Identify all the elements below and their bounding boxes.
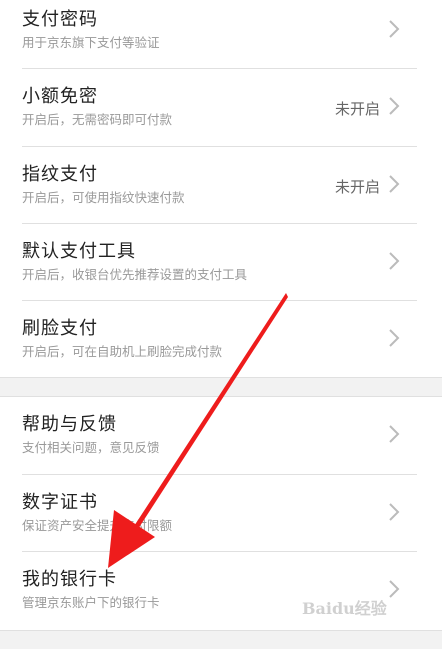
watermark-text: Baidu经验	[302, 599, 387, 618]
item-subtitle: 保证资产安全提升支付限额	[22, 518, 173, 533]
item-title: 我的银行卡	[22, 569, 117, 590]
settings-item-help-feedback[interactable]: 帮助与反馈 支付相关问题，意见反馈	[0, 397, 442, 474]
chevron-right-icon	[384, 93, 404, 119]
settings-item-fingerprint-pay[interactable]: 指纹支付 开启后，可使用指纹快速付款 未开启	[0, 147, 442, 224]
item-title: 默认支付工具	[22, 241, 136, 262]
chevron-right-icon	[384, 171, 404, 197]
item-subtitle: 开启后，可在自助机上刷脸完成付款	[22, 344, 223, 359]
chevron-right-icon	[384, 248, 404, 274]
settings-item-small-amount-free[interactable]: 小额免密 开启后，无需密码即可付款 未开启	[0, 69, 442, 146]
item-subtitle: 支付相关问题，意见反馈	[22, 440, 160, 455]
chevron-right-icon	[384, 16, 404, 42]
item-subtitle: 管理京东账户下的银行卡	[22, 595, 160, 610]
chevron-right-icon	[384, 325, 404, 351]
payment-settings-page: 支付密码 用于京东旗下支付等验证 小额免密 开启后，无需密码即可付款 未开启 指…	[0, 0, 442, 649]
item-subtitle: 开启后，无需密码即可付款	[22, 112, 173, 127]
item-title: 刷脸支付	[22, 318, 98, 339]
status-label: 未开启	[334, 100, 380, 118]
settings-item-digital-certificate[interactable]: 数字证书 保证资产安全提升支付限额	[0, 475, 442, 552]
item-title: 小额免密	[22, 86, 98, 107]
item-title: 数字证书	[22, 492, 98, 513]
settings-item-face-pay[interactable]: 刷脸支付 开启后，可在自助机上刷脸完成付款	[0, 301, 442, 378]
item-subtitle: 用于京东旗下支付等验证	[22, 35, 160, 50]
item-subtitle: 开启后，可使用指纹快速付款	[22, 190, 185, 205]
chevron-right-icon	[384, 499, 404, 525]
item-title: 指纹支付	[22, 164, 98, 185]
item-title: 支付密码	[22, 9, 98, 30]
section-gap	[0, 377, 442, 397]
settings-item-default-pay-tool[interactable]: 默认支付工具 开启后，收银台优先推荐设置的支付工具	[0, 224, 442, 301]
item-title: 帮助与反馈	[22, 414, 117, 435]
baidu-watermark: Baidu经验	[302, 593, 424, 623]
bottom-band	[0, 630, 442, 649]
chevron-right-icon	[384, 421, 404, 447]
item-subtitle: 开启后，收银台优先推荐设置的支付工具	[22, 267, 248, 282]
status-label: 未开启	[334, 178, 380, 196]
settings-item-payment-password[interactable]: 支付密码 用于京东旗下支付等验证	[0, 0, 442, 69]
